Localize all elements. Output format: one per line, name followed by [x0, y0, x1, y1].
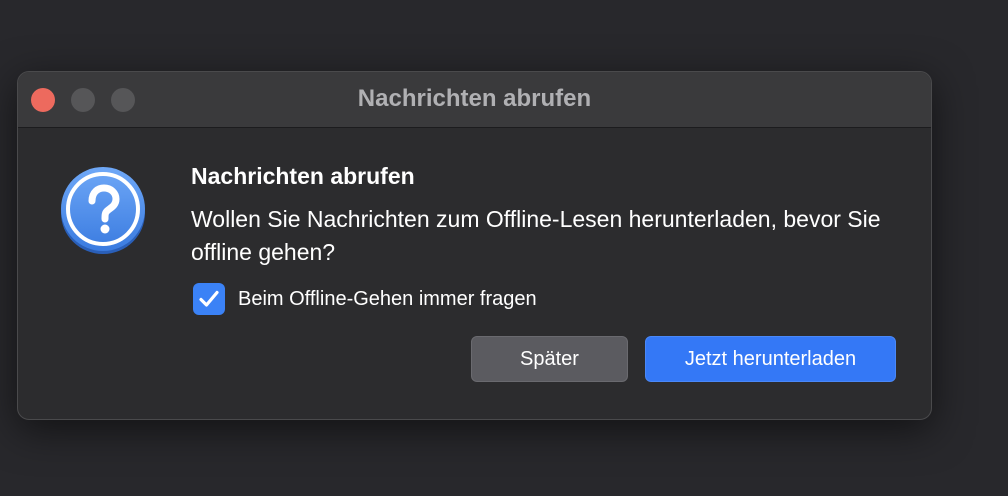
window-title: Nachrichten abrufen — [357, 85, 592, 112]
always-ask-checkbox[interactable] — [193, 283, 225, 315]
title-bar: Nachrichten abrufen — [18, 72, 931, 128]
always-ask-label[interactable]: Beim Offline-Gehen immer fragen — [238, 288, 537, 311]
always-ask-option[interactable]: Beim Offline-Gehen immer fragen — [193, 283, 537, 315]
desktop-background: Nachrichten abrufen Nachrichten abrufen … — [0, 0, 1008, 496]
later-button[interactable]: Später — [471, 336, 628, 382]
download-now-button[interactable]: Jetzt herunterladen — [645, 336, 896, 382]
dialog-window: Nachrichten abrufen Nachrichten abrufen … — [17, 71, 932, 420]
dialog-content: Nachrichten abrufen Wollen Sie Nachricht… — [18, 128, 931, 419]
question-mark-icon — [58, 164, 148, 254]
checkmark-icon — [199, 290, 219, 307]
dialog-heading: Nachrichten abrufen — [191, 163, 415, 189]
dialog-message: Wollen Sie Nachrichten zum Offline-Lesen… — [191, 206, 881, 265]
